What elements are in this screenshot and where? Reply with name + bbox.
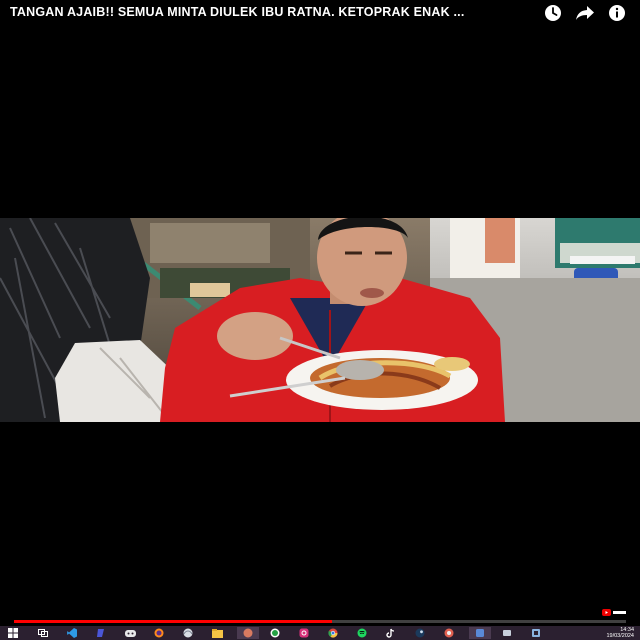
file-explorer-icon[interactable]	[210, 627, 224, 639]
edge-icon[interactable]	[94, 627, 108, 639]
video-frame[interactable]	[0, 218, 640, 422]
app-icon-2[interactable]	[469, 627, 491, 639]
video-title-bar: TANGAN AJAIB!! SEMUA MINTA DIULEK IBU RA…	[0, 0, 640, 26]
clock-date: 19/03/2024	[606, 633, 634, 639]
progress-bar[interactable]	[14, 620, 626, 623]
discord-icon[interactable]	[123, 627, 137, 639]
steam-icon[interactable]	[413, 627, 427, 639]
app-icon-3[interactable]	[500, 627, 514, 639]
vscode-icon[interactable]	[65, 627, 79, 639]
task-view-icon[interactable]	[36, 627, 50, 639]
instagram-icon[interactable]	[297, 627, 311, 639]
system-clock[interactable]: 14:34 19/03/2024	[606, 627, 634, 639]
opera-icon[interactable]	[181, 627, 195, 639]
windows-start-icon[interactable]	[6, 627, 20, 639]
whatsapp-icon[interactable]	[268, 627, 282, 639]
tiktok-icon[interactable]	[384, 627, 398, 639]
video-frame-image	[0, 218, 640, 422]
app-icon-4[interactable]	[529, 627, 543, 639]
progress-fill	[14, 620, 333, 623]
share-icon[interactable]	[575, 3, 595, 23]
info-icon[interactable]	[607, 3, 627, 23]
spotify-icon[interactable]	[355, 627, 369, 639]
chrome-profile-icon[interactable]	[442, 627, 456, 639]
youtube-logo-icon[interactable]	[602, 604, 626, 616]
video-title[interactable]: TANGAN AJAIB!! SEMUA MINTA DIULEK IBU RA…	[10, 5, 530, 19]
app-icon[interactable]	[237, 627, 259, 639]
firefox-icon[interactable]	[152, 627, 166, 639]
chrome-icon[interactable]	[326, 627, 340, 639]
watch-later-icon[interactable]	[543, 3, 563, 23]
video-player[interactable]: TANGAN AJAIB!! SEMUA MINTA DIULEK IBU RA…	[0, 0, 640, 626]
taskbar: 14:34 19/03/2024	[0, 626, 640, 640]
